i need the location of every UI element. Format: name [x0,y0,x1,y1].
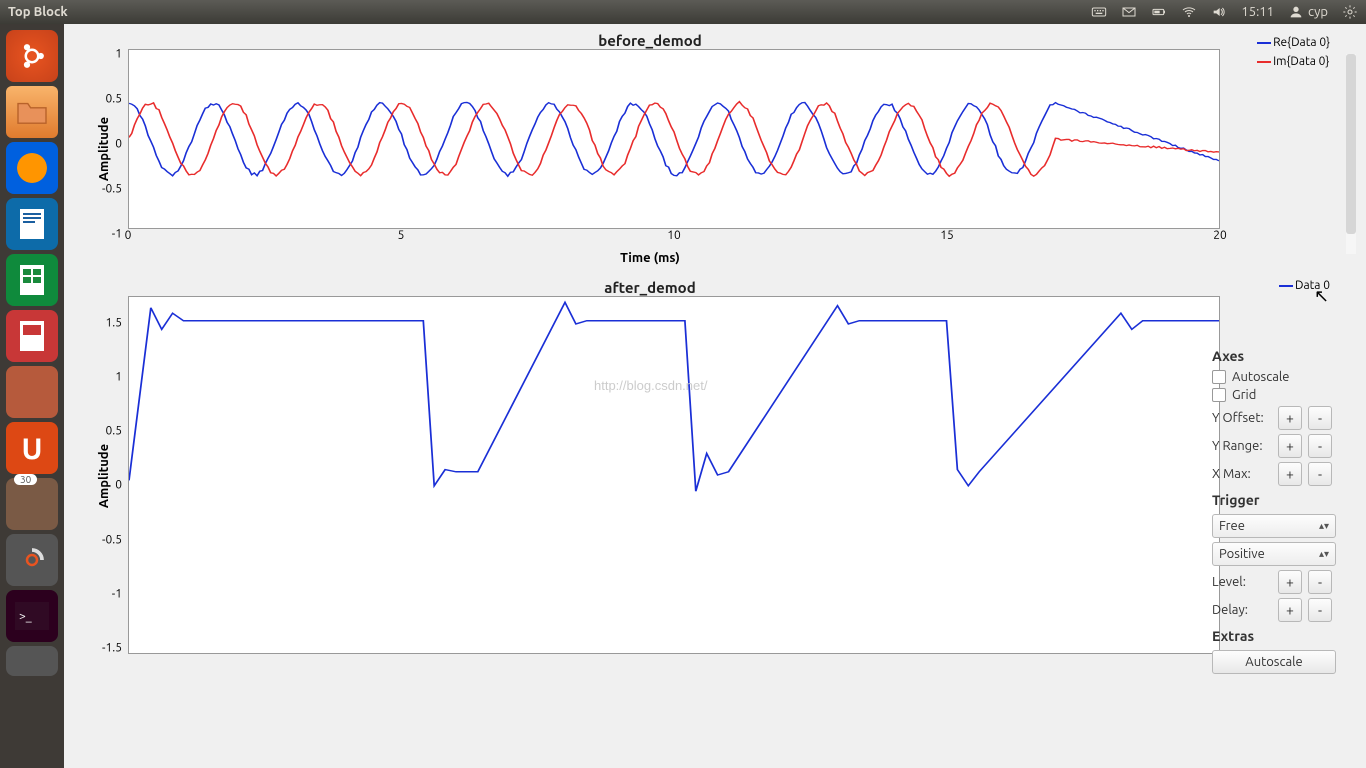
x-ticks [128,654,1220,672]
software-center-icon[interactable] [6,366,58,418]
level-plus-button[interactable]: + [1278,570,1302,594]
chevron-updown-icon: ▴▾ [1319,520,1329,532]
svg-text:>_: >_ [19,610,32,623]
scrollbar[interactable] [1346,54,1356,254]
yoffset-minus-button[interactable]: - [1308,406,1332,430]
y-ticks: -1-0.500.51 [80,32,128,265]
yoffset-plus-button[interactable]: + [1278,406,1302,430]
plot-title: before_demod [80,32,1220,49]
chart-canvas[interactable] [128,49,1220,229]
mail-icon[interactable] [1121,4,1137,20]
dash-icon[interactable] [6,30,58,82]
x-ticks: 05101520 [128,229,1220,247]
delay-minus-button[interactable]: - [1308,598,1332,622]
extras-heading: Extras [1212,628,1342,644]
yrange-plus-button[interactable]: + [1278,434,1302,458]
trigger-heading: Trigger [1212,492,1342,508]
trigger-slope-select[interactable]: Positive▴▾ [1212,542,1336,566]
ubuntu-one-icon[interactable]: U [6,422,58,474]
grid-checkbox[interactable] [1212,388,1226,402]
chart-canvas[interactable] [128,296,1220,654]
system-tray: 15:11 cyp [1091,4,1358,20]
legend: Re{Data 0} Im{Data 0} [1257,36,1330,74]
writer-icon[interactable] [6,198,58,250]
legend: Data 0 [1279,279,1330,298]
keyboard-icon[interactable] [1091,4,1107,20]
yrange-minus-button[interactable]: - [1308,434,1332,458]
gear-icon[interactable] [1342,4,1358,20]
window-title: Top Block [8,5,1091,19]
clock[interactable]: 15:11 [1241,5,1274,19]
unity-launcher: U 30 >_ [0,24,64,768]
files-icon[interactable] [6,86,58,138]
autoscale-checkbox[interactable] [1212,370,1226,384]
level-minus-button[interactable]: - [1308,570,1332,594]
settings-icon[interactable] [6,534,58,586]
software-updater-icon[interactable]: 30 [6,478,58,530]
plot-title: after_demod [80,279,1220,296]
autoscale-button[interactable]: Autoscale [1212,650,1336,674]
workspace-icon[interactable] [6,646,58,676]
axes-heading: Axes [1212,348,1342,364]
menu-bar: Top Block 15:11 cyp [0,0,1366,24]
impress-icon[interactable] [6,310,58,362]
plot-after-demod[interactable]: after_demod Amplitude -1.5-1-0.500.511.5… [80,279,1220,672]
trigger-mode-select[interactable]: Free▴▾ [1212,514,1336,538]
app-window: before_demod Amplitude -1-0.500.51 Re{Da… [64,24,1356,768]
plot-area: before_demod Amplitude -1-0.500.51 Re{Da… [80,32,1220,672]
chevron-updown-icon: ▴▾ [1319,548,1329,560]
terminal-icon[interactable]: >_ [6,590,58,642]
volume-icon[interactable] [1211,4,1227,20]
plot-before-demod[interactable]: before_demod Amplitude -1-0.500.51 Re{Da… [80,32,1220,265]
firefox-icon[interactable] [6,142,58,194]
xmax-plus-button[interactable]: + [1278,462,1302,486]
control-panel: Axes Autoscale Grid Y Offset:+- Y Range:… [1212,342,1342,674]
x-axis-label: Time (ms) [80,251,1220,265]
battery-icon[interactable] [1151,4,1167,20]
user-menu[interactable]: cyp [1288,4,1328,20]
y-ticks: -1.5-1-0.500.511.5 [80,279,128,672]
calc-icon[interactable] [6,254,58,306]
delay-plus-button[interactable]: + [1278,598,1302,622]
wifi-icon[interactable] [1181,4,1197,20]
xmax-minus-button[interactable]: - [1308,462,1332,486]
